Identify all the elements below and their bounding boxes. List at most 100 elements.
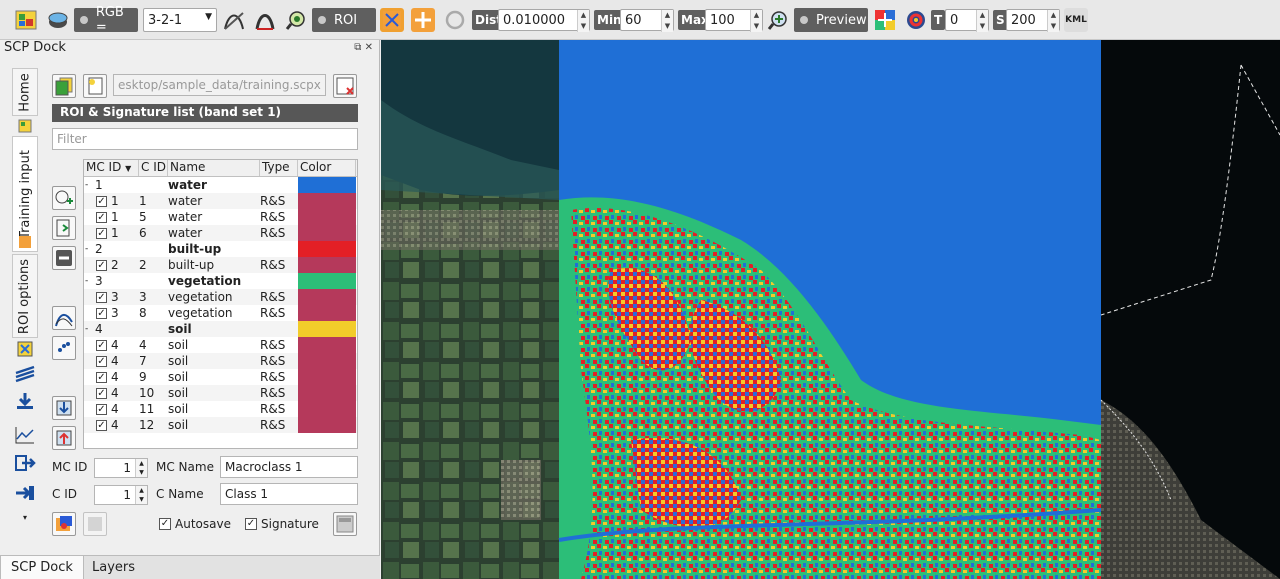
row-name[interactable]: vegetation (168, 306, 260, 320)
row-checkbox[interactable]: ✓ (96, 371, 107, 383)
local-stretch-icon[interactable] (222, 8, 246, 32)
scatter-plot-icon[interactable] (52, 336, 76, 360)
tab-home[interactable]: Home (12, 68, 38, 116)
row-checkbox[interactable]: ✓ (96, 307, 107, 319)
import-icon[interactable] (12, 482, 38, 504)
row-color-swatch[interactable] (298, 193, 356, 209)
class-row[interactable]: ✓ 1 5 water R&S (84, 209, 357, 225)
download-icon[interactable] (12, 390, 38, 412)
row-name[interactable]: water (168, 210, 260, 224)
export-signature-icon[interactable] (52, 426, 76, 450)
t-input[interactable]: 0 ▲ ▼ (945, 9, 989, 32)
import-signature-icon[interactable] (52, 396, 76, 420)
band-set-icon[interactable] (12, 362, 38, 384)
row-name[interactable]: soil (168, 338, 260, 352)
collapse-icon[interactable]: - (85, 244, 93, 254)
spin-arrows-icon[interactable]: ▲ ▼ (661, 10, 673, 32)
row-color-swatch[interactable] (298, 177, 356, 193)
row-name[interactable]: built-up (168, 258, 260, 272)
class-row[interactable]: ✓ 4 10 soil R&S (84, 385, 357, 401)
row-color-swatch[interactable] (298, 241, 356, 257)
class-row[interactable]: ✓ 1 6 water R&S (84, 225, 357, 241)
row-name[interactable]: water (168, 194, 260, 208)
kml-export-icon[interactable]: KML (1064, 8, 1088, 32)
row-checkbox[interactable]: ✓ (96, 259, 107, 271)
row-checkbox[interactable]: ✓ (96, 211, 107, 223)
macroclass-row[interactable]: -3 vegetation (84, 273, 357, 289)
row-name[interactable]: vegetation (168, 290, 260, 304)
row-checkbox[interactable]: ✓ (96, 403, 107, 415)
macroclass-row[interactable]: -4 soil (84, 321, 357, 337)
spin-arrows-icon[interactable]: ▲ ▼ (135, 486, 147, 504)
row-color-swatch[interactable] (298, 417, 356, 433)
scp-home-icon[interactable] (14, 8, 38, 32)
row-name[interactable]: soil (168, 370, 260, 384)
row-color-swatch[interactable] (298, 273, 356, 289)
open-training-icon[interactable] (52, 74, 76, 98)
new-training-icon[interactable] (83, 74, 107, 98)
dist-input[interactable]: 0.010000 ▲ ▼ (498, 9, 590, 32)
row-checkbox[interactable]: ✓ (96, 419, 107, 431)
tab-roi-options[interactable]: ROI options (12, 254, 38, 338)
row-checkbox[interactable]: ✓ (96, 355, 107, 367)
spin-arrows-icon[interactable]: ▲ ▼ (750, 10, 762, 32)
tab-layers[interactable]: Layers (82, 556, 145, 579)
col-color[interactable]: Color (298, 160, 356, 176)
max-input[interactable]: 100 ▲ ▼ (705, 9, 763, 32)
preview-button[interactable]: Preview (794, 8, 868, 32)
c-name-input[interactable]: Class 1 (220, 483, 358, 505)
row-color-swatch[interactable] (298, 209, 356, 225)
row-checkbox[interactable]: ✓ (96, 339, 107, 351)
undo-roi-icon[interactable] (83, 512, 107, 536)
row-name[interactable]: built-up (168, 242, 260, 256)
row-name[interactable]: soil (168, 418, 260, 432)
mc-id-input[interactable]: 1 ▲ ▼ (94, 458, 148, 478)
zoom-preview-icon[interactable] (766, 8, 790, 32)
remove-training-icon[interactable] (333, 74, 357, 98)
rgb-composite-icon[interactable] (46, 8, 70, 32)
std-stretch-icon[interactable] (253, 8, 277, 32)
col-name[interactable]: Name (168, 160, 260, 176)
row-name[interactable]: water (168, 226, 260, 240)
redo-preview-icon[interactable] (904, 8, 928, 32)
calculate-signature-icon[interactable] (333, 512, 357, 536)
scroll-more-icon[interactable]: ▾ (12, 510, 38, 524)
signature-plot-icon[interactable] (52, 306, 76, 330)
class-row[interactable]: ✓ 3 8 vegetation R&S (84, 305, 357, 321)
row-checkbox[interactable]: ✓ (96, 195, 107, 207)
row-checkbox[interactable]: ✓ (96, 227, 107, 239)
col-c-id[interactable]: C ID (139, 160, 168, 176)
collapse-icon[interactable]: - (85, 324, 93, 334)
training-file-path[interactable]: esktop/sample_data/training.scpx (113, 74, 326, 96)
row-name[interactable]: soil (168, 386, 260, 400)
row-name[interactable]: vegetation (168, 274, 260, 288)
redo-roi-icon[interactable] (443, 8, 467, 32)
spin-arrows-icon[interactable]: ▲ ▼ (976, 10, 988, 32)
classification-preview-icon[interactable] (873, 8, 897, 32)
zoom-to-image-icon[interactable] (284, 8, 308, 32)
collapse-icon[interactable]: - (85, 276, 93, 286)
col-type[interactable]: Type (260, 160, 298, 176)
row-color-swatch[interactable] (298, 401, 356, 417)
row-name[interactable]: soil (168, 354, 260, 368)
roi-show-icon[interactable] (380, 8, 404, 32)
close-icon[interactable]: ✕ (365, 42, 373, 53)
tab-scp-dock[interactable]: SCP Dock (0, 556, 84, 579)
class-row[interactable]: ✓ 4 11 soil R&S (84, 401, 357, 417)
col-mc-id[interactable]: MC ID ▼ (84, 160, 139, 176)
row-color-swatch[interactable] (298, 321, 356, 337)
float-icon[interactable]: ⧉ (354, 42, 361, 53)
row-color-swatch[interactable] (298, 353, 356, 369)
collapse-icon[interactable]: - (85, 180, 93, 190)
row-name[interactable]: soil (168, 322, 260, 336)
save-roi-icon[interactable] (52, 512, 76, 536)
row-color-swatch[interactable] (298, 337, 356, 353)
s-input[interactable]: 200 ▲ ▼ (1006, 9, 1060, 32)
macroclass-row[interactable]: -2 built-up (84, 241, 357, 257)
preprocessing-icon[interactable] (12, 340, 38, 358)
class-row[interactable]: ✓ 3 3 vegetation R&S (84, 289, 357, 305)
row-color-swatch[interactable] (298, 257, 356, 273)
row-name[interactable]: water (168, 178, 260, 192)
signature-checkbox[interactable]: ✓ Signature (245, 517, 319, 531)
class-row[interactable]: ✓ 1 1 water R&S (84, 193, 357, 209)
